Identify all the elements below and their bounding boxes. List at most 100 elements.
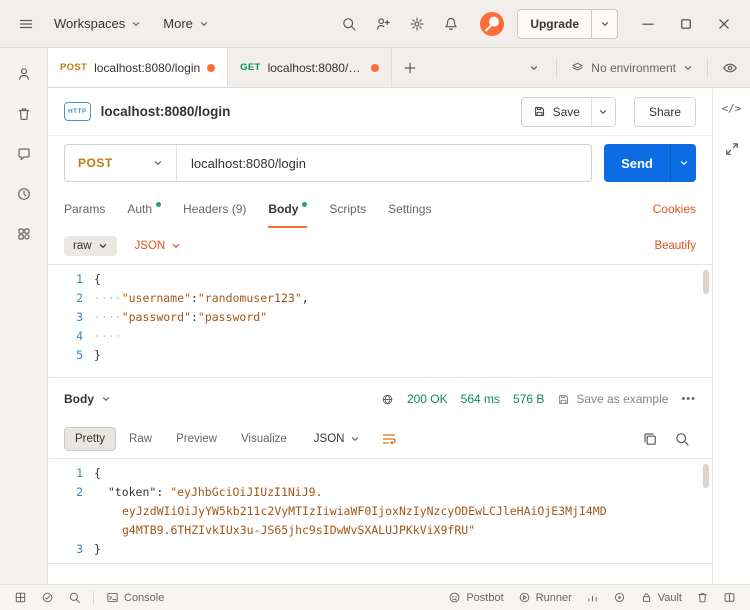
postman-logo — [479, 11, 505, 37]
upgrade-button[interactable]: Upgrade — [517, 9, 618, 39]
share-button[interactable]: Share — [634, 97, 696, 127]
code-line: 1{ — [48, 464, 712, 483]
chevron-down-icon — [199, 19, 209, 29]
send-button-group: Send — [604, 144, 696, 182]
hamburger-menu-icon[interactable] — [10, 8, 42, 40]
code-content: ···· — [94, 327, 712, 346]
editor-scrollbar[interactable] — [703, 464, 709, 488]
more-menu[interactable]: More — [153, 10, 219, 37]
agent-icon[interactable] — [607, 585, 632, 610]
search-icon[interactable] — [333, 8, 365, 40]
minimize-window-button[interactable] — [632, 8, 664, 40]
line-number: 2 — [48, 483, 94, 540]
save-button-group: Save — [521, 97, 616, 127]
comment-icon[interactable] — [5, 134, 43, 174]
response-view-tab-visualize[interactable]: Visualize — [230, 427, 298, 451]
connection-status-icon[interactable] — [35, 585, 60, 610]
user-icon[interactable] — [5, 54, 43, 94]
console-button[interactable]: Console — [100, 585, 170, 610]
body-type-label: raw — [73, 240, 92, 252]
statusbar: Console Postbot Runner Vault — [0, 584, 750, 610]
notifications-bell-icon[interactable] — [435, 8, 467, 40]
code-line: 3} — [48, 540, 712, 559]
request-body-editor[interactable]: 1{2····"username":"randomuser123",3····"… — [48, 264, 712, 378]
response-view-tab-preview[interactable]: Preview — [165, 427, 228, 451]
invite-user-icon[interactable] — [367, 8, 399, 40]
tab-post-login[interactable]: POST localhost:8080/login — [48, 48, 228, 87]
request-header: HTTP localhost:8080/login Save Share — [48, 88, 712, 136]
response-format-dropdown[interactable]: JSON — [314, 433, 361, 445]
body-type-dropdown[interactable]: raw — [64, 236, 117, 256]
environment-selector[interactable]: No environment — [563, 61, 701, 75]
runner-button[interactable]: Runner — [512, 585, 578, 610]
save-floppy-icon — [533, 105, 546, 118]
proxy-icon[interactable] — [580, 585, 605, 610]
request-tab-params[interactable]: Params — [64, 190, 105, 228]
network-globe-icon[interactable] — [381, 393, 394, 406]
settings-gear-icon[interactable] — [401, 8, 433, 40]
save-as-example-button[interactable]: Save as example — [557, 392, 668, 406]
new-tab-plus-icon[interactable] — [396, 54, 424, 82]
response-view-tab-raw[interactable]: Raw — [118, 427, 163, 451]
status-code: 200 OK — [407, 392, 448, 406]
more-actions-icon[interactable]: ••• — [681, 393, 696, 405]
beautify-link[interactable]: Beautify — [654, 240, 696, 252]
save-button[interactable]: Save — [522, 98, 591, 126]
main-row: POST localhost:8080/login GET localhost:… — [0, 48, 750, 584]
tab-method: GET — [240, 62, 260, 73]
vault-button[interactable]: Vault — [634, 585, 688, 610]
expand-pane-icon[interactable] — [716, 133, 748, 165]
unsaved-dot — [371, 64, 379, 72]
tab-label: Auth — [127, 202, 152, 216]
panel-grid-icon[interactable] — [8, 585, 33, 610]
response-body-dropdown[interactable]: Body — [64, 392, 111, 406]
line-number: 3 — [48, 308, 94, 327]
save-options-caret[interactable] — [591, 98, 615, 126]
send-button[interactable]: Send — [604, 144, 670, 182]
copy-icon[interactable] — [636, 425, 664, 453]
environment-quick-look-icon[interactable] — [714, 52, 746, 84]
method-dropdown[interactable]: POST — [65, 145, 177, 181]
response-body-editor[interactable]: 1{2 "token": "eyJhbGciOiJIUzI1NiJ9.eyJzd… — [48, 458, 712, 564]
upgrade-caret[interactable] — [591, 10, 617, 38]
trash-icon[interactable] — [5, 94, 43, 134]
code-content: { — [94, 464, 712, 483]
find-icon[interactable] — [62, 585, 87, 610]
tab-list-chevron-icon[interactable] — [518, 52, 550, 84]
more-label: More — [163, 16, 193, 31]
trash-icon[interactable] — [690, 585, 715, 610]
url-input[interactable]: localhost:8080/login — [177, 145, 591, 181]
request-tab-settings[interactable]: Settings — [388, 190, 431, 228]
code-snippet-icon[interactable]: </> — [722, 102, 742, 115]
tab-method: POST — [60, 62, 87, 73]
blocks-icon[interactable] — [5, 214, 43, 254]
request-tab-body[interactable]: Body — [268, 190, 307, 228]
save-as-example-label: Save as example — [576, 392, 668, 406]
request-tab-list: Params Auth Headers (9) Body Scripts Settings… — [48, 190, 712, 228]
request-tabbar: POST localhost:8080/login GET localhost:… — [48, 48, 750, 88]
response-view-tab-pretty[interactable]: Pretty — [64, 427, 116, 451]
wrap-lines-icon[interactable] — [376, 426, 402, 452]
request-tab-scripts[interactable]: Scripts — [329, 190, 366, 228]
unsaved-dot — [207, 64, 215, 72]
history-icon[interactable] — [5, 174, 43, 214]
cookies-link[interactable]: Cookies — [653, 202, 696, 216]
chevron-down-icon — [350, 434, 360, 444]
chevron-down-icon — [153, 158, 163, 168]
tab-get-hello[interactable]: GET localhost:8080/hello?To — [228, 48, 391, 87]
split-pane-icon[interactable] — [717, 585, 742, 610]
close-window-button[interactable] — [708, 8, 740, 40]
chevron-down-icon — [131, 19, 141, 29]
search-response-icon[interactable] — [668, 425, 696, 453]
configured-dot — [156, 202, 161, 207]
response-toolbar: PrettyRawPreviewVisualize JSON — [48, 420, 712, 458]
request-tab-auth[interactable]: Auth — [127, 190, 161, 228]
request-tab-headers-9[interactable]: Headers (9) — [183, 190, 246, 228]
workspaces-menu[interactable]: Workspaces — [44, 10, 151, 37]
body-language-dropdown[interactable]: JSON — [135, 240, 182, 252]
console-label: Console — [124, 592, 164, 604]
postbot-button[interactable]: Postbot — [442, 585, 509, 610]
editor-scrollbar[interactable] — [703, 270, 709, 294]
maximize-window-button[interactable] — [670, 8, 702, 40]
send-options-caret[interactable] — [670, 144, 696, 182]
